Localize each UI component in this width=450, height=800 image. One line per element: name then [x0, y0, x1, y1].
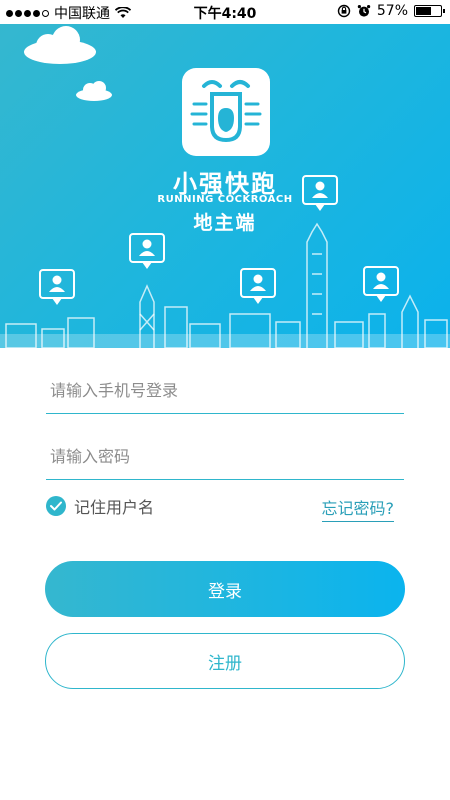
user-pin-icon	[129, 233, 165, 269]
password-input[interactable]	[46, 434, 404, 479]
hero-banner: 小强快跑 RUNNING COCKROACH 地主端	[0, 24, 450, 348]
brand-role: 地主端	[193, 212, 257, 234]
user-pin-icon	[363, 266, 399, 302]
checkbox-checked-icon[interactable]	[46, 496, 66, 516]
brand-subtitle: RUNNING COCKROACH	[157, 194, 293, 205]
remember-label: 记住用户名	[74, 498, 155, 517]
user-pin-icon	[39, 269, 75, 305]
phone-input[interactable]	[46, 368, 404, 413]
register-button[interactable]: 注册	[45, 633, 405, 689]
alarm-icon	[357, 5, 371, 17]
check-icon	[50, 501, 62, 511]
remember-username[interactable]: 记住用户名	[46, 494, 154, 518]
app-logo	[182, 68, 270, 156]
rotation-lock-icon	[337, 4, 351, 18]
cloud-icon	[76, 81, 112, 101]
cloud-icon	[24, 26, 96, 64]
forgot-password-link[interactable]: 忘记密码?	[321, 495, 394, 522]
password-field	[46, 434, 404, 480]
status-right: 57%	[337, 3, 445, 19]
cockroach-logo-icon	[190, 80, 262, 143]
battery-icon	[414, 5, 445, 17]
skyline-fill	[0, 334, 450, 348]
login-button[interactable]: 登录	[45, 561, 405, 617]
user-pin-icon	[240, 268, 276, 304]
phone-field	[46, 368, 404, 414]
battery-percent: 57%	[376, 3, 408, 19]
battery-fill	[416, 7, 431, 15]
status-bar: 中国联通 下午4:40 57%	[0, 0, 450, 24]
